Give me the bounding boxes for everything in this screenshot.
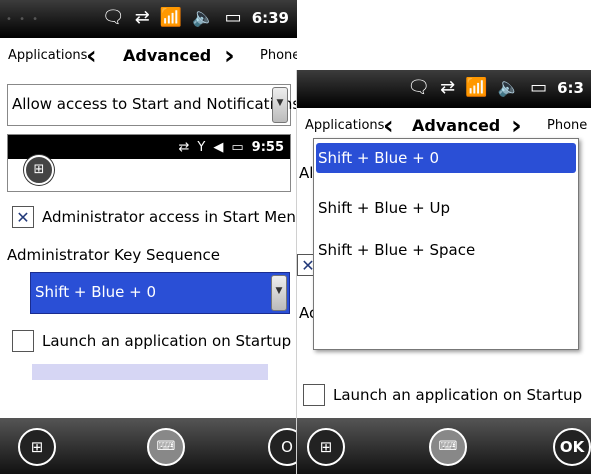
launch-app-row[interactable]: Launch an application on Startup bbox=[303, 384, 582, 406]
admin-access-row[interactable]: ✕ Administrator access in Start Menu bbox=[12, 206, 297, 228]
keyboard-icon[interactable]: ⌨ bbox=[147, 428, 185, 466]
left-screen: • • • 🗨 ⇄ 📶 🔈 ▭ 6:39 Applications ‹ Adva… bbox=[0, 0, 297, 474]
admin-access-label: Administrator access in Start Menu bbox=[42, 208, 297, 226]
speaker-icon: 🔈 bbox=[192, 7, 215, 28]
chevron-left-icon[interactable]: ‹ bbox=[383, 111, 394, 141]
ok-button[interactable]: O bbox=[268, 428, 297, 466]
launch-app-row[interactable]: Launch an application on Startup bbox=[12, 330, 291, 352]
chevron-right-icon[interactable]: › bbox=[511, 111, 522, 141]
launch-app-checkbox[interactable] bbox=[12, 330, 34, 352]
windows-start-button[interactable]: ⊞ bbox=[307, 428, 345, 466]
start-access-partial: Al bbox=[299, 164, 314, 182]
bottom-bar: ⊞ ⌨ O bbox=[0, 418, 297, 474]
key-sequence-select[interactable]: Shift + Blue + 0 ▼ bbox=[30, 272, 290, 314]
bottom-bar: ⊞ ⌨ OK bbox=[297, 418, 591, 474]
page-title: Advanced bbox=[123, 46, 212, 65]
chevron-right-icon[interactable]: › bbox=[224, 41, 235, 71]
battery-icon: ▭ bbox=[231, 139, 244, 155]
launch-app-label: Launch an application on Startup bbox=[333, 386, 583, 404]
key-sequence-value: Shift + Blue + 0 bbox=[35, 283, 157, 301]
start-access-select[interactable]: Allow access to Start and Notifications … bbox=[7, 84, 297, 126]
dropdown-option[interactable]: Shift + Blue + 0 bbox=[316, 143, 576, 173]
right-screen: 🗨 ⇄ 📶 🔈 ▭ 6:3 Applications ‹ Advanced › … bbox=[296, 70, 591, 474]
launch-app-checkbox[interactable] bbox=[303, 384, 325, 406]
preview-status-bar: ⇄ Y ◀ ▭ 9:55 bbox=[8, 135, 290, 159]
sync-icon: ⇄ bbox=[134, 7, 150, 28]
ok-button[interactable]: OK bbox=[553, 428, 591, 466]
battery-icon: ▭ bbox=[224, 7, 242, 28]
admin-access-checkbox[interactable]: ✕ bbox=[12, 206, 34, 228]
chevron-down-icon[interactable]: ▼ bbox=[272, 87, 288, 123]
app-path-field[interactable] bbox=[32, 364, 268, 380]
status-bar: 🗨 ⇄ 📶 🔈 ▭ 6:3 bbox=[297, 70, 591, 108]
nav-next-label[interactable]: Phone bbox=[260, 48, 297, 63]
page-title: Advanced bbox=[412, 116, 501, 135]
speaker-icon: ◀ bbox=[213, 139, 224, 155]
signal-icon: Y bbox=[197, 139, 206, 155]
sync-icon: ⇄ bbox=[178, 139, 190, 155]
nav-next-label[interactable]: Phone bbox=[547, 118, 587, 133]
keyboard-icon[interactable]: ⌨ bbox=[429, 428, 467, 466]
nav-prev-label[interactable]: Applications bbox=[8, 48, 87, 63]
dropdown-option[interactable]: Shift + Blue + Space bbox=[316, 235, 576, 265]
navbar: Applications ‹ Advanced › Phone bbox=[0, 38, 297, 74]
start-access-value: Allow access to Start and Notifications bbox=[12, 95, 297, 113]
battery-icon: ▭ bbox=[530, 77, 548, 98]
dropdown-option[interactable]: Shift + Blue + Up bbox=[316, 193, 576, 223]
nav-prev-label[interactable]: Applications bbox=[305, 118, 384, 133]
status-time: 6:3 bbox=[557, 78, 584, 97]
message-icon: 🗨 bbox=[407, 77, 431, 98]
chevron-down-icon[interactable]: ▼ bbox=[271, 275, 287, 311]
preview-time: 9:55 bbox=[251, 139, 284, 155]
windows-start-button[interactable]: ⊞ bbox=[18, 428, 56, 466]
key-sequence-dropdown: Shift + Blue + 0 Shift + Blue + Up Shift… bbox=[313, 138, 579, 350]
chevron-left-icon[interactable]: ‹ bbox=[86, 41, 97, 71]
launch-app-label: Launch an application on Startup bbox=[42, 332, 292, 350]
status-time: 6:39 bbox=[251, 8, 289, 27]
windows-start-icon: ⊞ bbox=[24, 155, 54, 185]
status-dots: • • • bbox=[6, 14, 41, 25]
key-sequence-label: Administrator Key Sequence bbox=[7, 246, 220, 264]
message-icon: 🗨 bbox=[101, 7, 125, 28]
sync-icon: ⇄ bbox=[440, 77, 456, 98]
status-bar: • • • 🗨 ⇄ 📶 🔈 ▭ 6:39 bbox=[0, 0, 297, 38]
signal-icon: 📶 bbox=[159, 7, 183, 28]
signal-icon: 📶 bbox=[465, 77, 488, 98]
speaker-icon: 🔈 bbox=[497, 77, 521, 98]
preview-box: ⇄ Y ◀ ▭ 9:55 ⊞ bbox=[7, 134, 291, 192]
